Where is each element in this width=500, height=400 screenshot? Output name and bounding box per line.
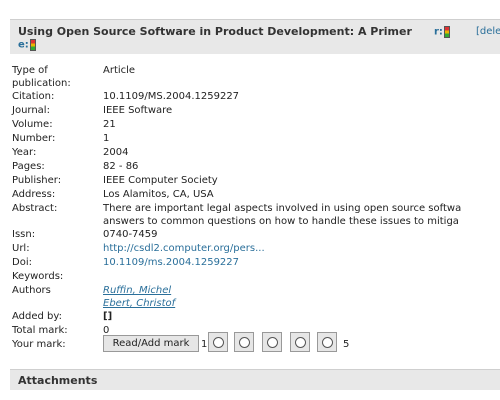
abstract-line-1: There are important legal aspects involv…: [103, 203, 462, 214]
traffic-light-icon[interactable]: [443, 26, 450, 38]
abstract-line-2: answers to common questions on how to ha…: [103, 216, 459, 227]
mark-max-label: 5: [343, 339, 350, 350]
field-type-value: Article: [103, 65, 136, 76]
author-list: Ruffin, Michel Ebert, Christof: [103, 284, 175, 310]
attachments-title: Attachments: [18, 374, 98, 387]
field-abstract-value: There are important legal aspects involv…: [103, 202, 461, 228]
radio-circle-icon: [322, 337, 333, 348]
radio-circle-icon: [213, 337, 224, 348]
field-publisher-label: Publisher:: [12, 175, 62, 186]
field-keywords-label: Keywords:: [12, 271, 64, 282]
mark-radio-4[interactable]: [290, 332, 310, 352]
field-issn-label: Issn:: [12, 229, 36, 240]
edit-status-control[interactable]: e:: [18, 39, 36, 51]
field-your-mark-label: Your mark:: [12, 339, 66, 350]
field-doi-label: Doi:: [12, 257, 32, 268]
field-address-label: Address:: [12, 189, 56, 200]
field-journal-value: IEEE Software: [103, 105, 173, 116]
field-pages-label: Pages:: [12, 161, 45, 172]
field-year-label: Year:: [12, 147, 37, 158]
mark-radio-1[interactable]: [208, 332, 228, 352]
mark-radio-5[interactable]: [317, 332, 337, 352]
field-publisher-value: IEEE Computer Society: [103, 175, 218, 186]
delete-link[interactable]: [dele: [476, 26, 500, 37]
url-link[interactable]: http://csdl2.computer.org/pers...: [103, 242, 265, 255]
read-add-mark-button[interactable]: Read/Add mark: [103, 335, 199, 352]
radio-circle-icon: [267, 337, 278, 348]
author-link[interactable]: Ebert, Christof: [103, 297, 175, 310]
field-volume-value: 21: [103, 119, 116, 130]
field-journal-label: Journal:: [12, 105, 50, 116]
read-status-label: r:: [434, 26, 443, 38]
field-volume-label: Volume:: [12, 119, 53, 130]
field-pages-value: 82 - 86: [103, 161, 139, 172]
field-url-label: Url:: [12, 243, 30, 254]
edit-status-label: e:: [18, 39, 29, 51]
field-added-by-label: Added by:: [12, 311, 62, 322]
field-address-value: Los Alamitos, CA, USA: [103, 189, 214, 200]
field-issn-value: 0740-7459: [103, 229, 158, 240]
field-citation-value: 10.1109/MS.2004.1259227: [103, 91, 240, 102]
field-number-value: 1: [103, 133, 110, 144]
field-abstract-label: Abstract:: [12, 203, 58, 214]
read-status-control[interactable]: r:: [434, 26, 450, 38]
field-total-mark-label: Total mark:: [12, 325, 68, 336]
mark-radio-3[interactable]: [262, 332, 282, 352]
traffic-light-icon[interactable]: [29, 39, 36, 51]
mark-min-label: 1: [201, 339, 208, 350]
field-added-by-value: []: [103, 311, 113, 322]
field-citation-label: Citation:: [12, 91, 55, 102]
publication-header: Using Open Source Software in Product De…: [10, 19, 500, 54]
radio-circle-icon: [239, 337, 250, 348]
author-link[interactable]: Ruffin, Michel: [103, 284, 175, 297]
doi-link[interactable]: 10.1109/ms.2004.1259227: [103, 256, 239, 269]
radio-circle-icon: [295, 337, 306, 348]
field-year-value: 2004: [103, 147, 129, 158]
field-authors-label: Authors: [12, 285, 51, 296]
field-number-label: Number:: [12, 133, 56, 144]
field-type-label: Type of publication:: [12, 65, 71, 89]
publication-title: Using Open Source Software in Product De…: [18, 25, 412, 38]
mark-radio-2[interactable]: [234, 332, 254, 352]
attachments-header: Attachments: [10, 369, 500, 390]
